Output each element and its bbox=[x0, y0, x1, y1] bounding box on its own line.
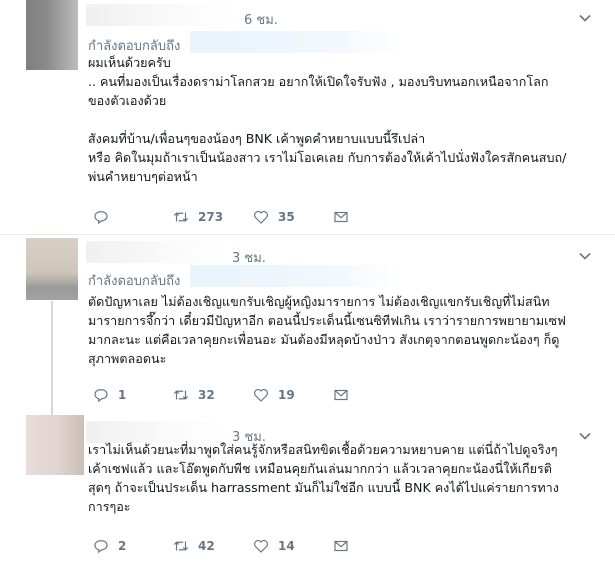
reply-button[interactable]: 1 bbox=[92, 386, 126, 404]
tweet-actions: 273 35 bbox=[92, 208, 612, 228]
direct-message-button[interactable] bbox=[332, 386, 350, 404]
retweet-count: 32 bbox=[198, 388, 215, 402]
direct-message-button[interactable] bbox=[332, 537, 350, 555]
envelope-icon bbox=[334, 389, 348, 401]
retweet-button[interactable]: 32 bbox=[172, 386, 215, 404]
tweet-1[interactable]: 6 ชม. กำลังตอบกลับถึง ผมเห็นด้วยครับ .. … bbox=[0, 0, 615, 233]
user-name-redacted[interactable] bbox=[86, 4, 236, 26]
tweet-3[interactable]: 3 ชม. เราไม่เห็นด้วยนะที่มาพูดใส่คนรู้จั… bbox=[0, 415, 615, 563]
heart-icon bbox=[254, 388, 268, 402]
like-button[interactable]: 19 bbox=[252, 386, 295, 404]
reply-handle-redacted[interactable] bbox=[190, 31, 400, 53]
reply-icon bbox=[94, 211, 108, 225]
retweet-count: 42 bbox=[198, 539, 215, 553]
reply-icon bbox=[94, 540, 108, 554]
envelope-icon bbox=[334, 211, 348, 223]
retweet-icon bbox=[173, 541, 189, 551]
chevron-down-icon[interactable] bbox=[578, 11, 592, 25]
reply-handle-redacted[interactable] bbox=[190, 265, 400, 287]
like-count: 14 bbox=[278, 539, 295, 553]
like-count: 35 bbox=[278, 210, 295, 224]
avatar[interactable] bbox=[26, 0, 78, 70]
direct-message-button[interactable] bbox=[332, 208, 350, 226]
tweet-timestamp[interactable]: 6 ชม. bbox=[244, 9, 278, 30]
tweet-text: เราไม่เห็นด้วยนะที่มาพูดใส่คนรู้จักหรือส… bbox=[88, 442, 559, 514]
avatar[interactable] bbox=[26, 238, 78, 300]
reply-count: 1 bbox=[118, 388, 127, 402]
user-name-redacted[interactable] bbox=[86, 241, 226, 263]
heart-icon bbox=[254, 539, 268, 553]
reply-count: 2 bbox=[118, 539, 127, 553]
tweet-2[interactable]: 3 ชม. กำลังตอบกลับถึง ตัดปัญหาเลย ไม่ต้อ… bbox=[0, 235, 615, 418]
thread-connector bbox=[51, 301, 53, 418]
reply-button[interactable] bbox=[92, 208, 118, 226]
retweet-count: 273 bbox=[198, 210, 224, 224]
like-button[interactable]: 35 bbox=[252, 208, 295, 226]
like-button[interactable]: 14 bbox=[252, 537, 295, 555]
heart-icon bbox=[254, 210, 268, 224]
tweet-actions: 2 42 14 bbox=[92, 537, 612, 557]
reply-icon bbox=[94, 389, 108, 403]
retweet-icon bbox=[173, 212, 189, 222]
tweet-text: ตัดปัญหาเลย ไม่ต้องเชิญแขกรับเชิญผู้หญิง… bbox=[88, 294, 566, 366]
tweet-text: ผมเห็นด้วยครับ .. คนที่มองเป็นเรื่องดราม… bbox=[88, 55, 567, 184]
tweet-actions: 1 32 19 bbox=[92, 386, 612, 406]
avatar[interactable] bbox=[26, 415, 84, 475]
replying-to-label: กำลังตอบกลับถึง bbox=[88, 274, 181, 289]
envelope-icon bbox=[334, 540, 348, 552]
reply-button[interactable]: 2 bbox=[92, 537, 126, 555]
chevron-down-icon[interactable] bbox=[578, 429, 592, 443]
retweet-button[interactable]: 273 bbox=[172, 208, 223, 226]
retweet-icon bbox=[173, 390, 189, 400]
retweet-button[interactable]: 42 bbox=[172, 537, 215, 555]
like-count: 19 bbox=[278, 388, 295, 402]
chevron-down-icon[interactable] bbox=[578, 249, 592, 263]
